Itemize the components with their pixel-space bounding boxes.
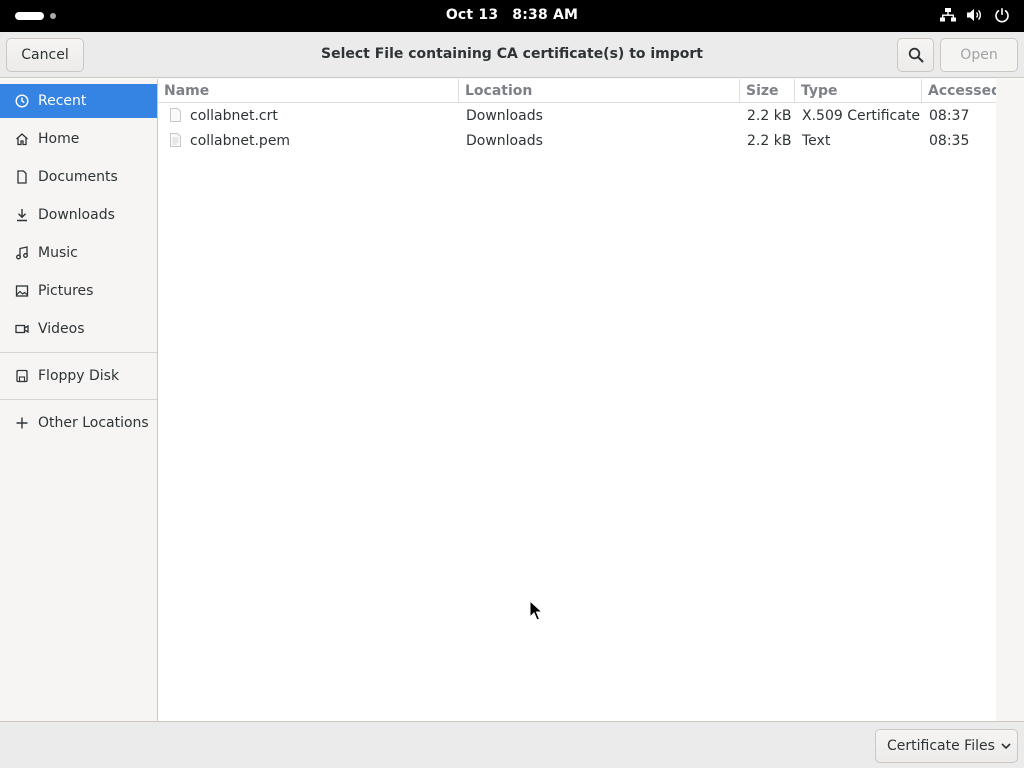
file-location: Downloads: [466, 108, 543, 124]
system-tray[interactable]: [940, 7, 1010, 23]
sidebar-item-label: Other Locations: [38, 415, 149, 431]
file-type: Text: [802, 133, 831, 149]
sidebar-item-label: Videos: [38, 321, 85, 337]
mouse-cursor-icon: [529, 600, 543, 621]
clock[interactable]: Oct 13 8:38 AM: [0, 7, 1024, 23]
file-accessed: 08:37: [929, 108, 970, 124]
sidebar-item-other-locations[interactable]: Other Locations: [0, 406, 157, 440]
open-button[interactable]: Open: [940, 38, 1018, 72]
column-header-name[interactable]: Name: [158, 79, 458, 103]
sidebar-item-label: Pictures: [38, 283, 94, 299]
video-icon: [14, 321, 30, 337]
power-icon: [995, 8, 1009, 23]
picture-icon: [14, 283, 30, 299]
floppy-icon: [14, 368, 30, 384]
column-header-type[interactable]: Type: [794, 79, 921, 103]
places-sidebar: Recent Home Documents Downloads Music Pi…: [0, 79, 158, 721]
dialog-title: Select File containing CA certificate(s)…: [320, 46, 703, 62]
volume-icon: [967, 9, 981, 21]
document-icon: [14, 169, 30, 185]
clock-icon: [14, 93, 30, 109]
music-icon: [14, 245, 30, 261]
sidebar-item-recent[interactable]: Recent: [0, 84, 157, 118]
home-icon: [14, 131, 30, 147]
network-icon: [940, 8, 956, 22]
sidebar-item-home[interactable]: Home: [0, 122, 157, 156]
search-icon: [908, 47, 923, 63]
sidebar-item-label: Recent: [38, 93, 87, 109]
sidebar-divider: [0, 352, 157, 353]
sidebar-item-floppy-disk[interactable]: Floppy Disk: [0, 359, 157, 393]
sidebar-item-pictures[interactable]: Pictures: [0, 274, 157, 308]
table-row[interactable]: collabnet.pem Downloads 2.2 kB Text 08:3…: [158, 129, 996, 154]
dialog-header-bar: Cancel Select File containing CA certifi…: [0, 32, 1024, 78]
dialog-bottom-bar: Certificate Files: [0, 721, 1024, 768]
sidebar-item-videos[interactable]: Videos: [0, 312, 157, 346]
sidebar-item-music[interactable]: Music: [0, 236, 157, 270]
file-filter-label: Certificate Files: [887, 738, 995, 754]
column-header-size[interactable]: Size: [739, 79, 794, 103]
search-button[interactable]: [897, 38, 934, 72]
sidebar-item-label: Documents: [38, 169, 118, 185]
file-type: X.509 Certificate: [802, 108, 920, 124]
column-header-accessed[interactable]: Accessed: [921, 79, 1001, 103]
clock-date: Oct 13: [445, 7, 499, 23]
sidebar-item-documents[interactable]: Documents: [0, 160, 157, 194]
sidebar-item-label: Music: [38, 245, 78, 261]
plus-icon: [14, 415, 30, 431]
text-file-icon: [170, 133, 181, 147]
file-list[interactable]: Name Location Size Type Accessed collabn…: [158, 79, 1001, 721]
sidebar-divider: [0, 399, 157, 400]
file-filter-dropdown[interactable]: Certificate Files: [875, 729, 1018, 763]
file-size: 2.2 kB: [747, 108, 792, 124]
scrollbar-gutter[interactable]: [996, 79, 1024, 721]
sidebar-item-label: Floppy Disk: [38, 368, 120, 384]
file-name: collabnet.pem: [190, 133, 291, 149]
sidebar-item-downloads[interactable]: Downloads: [0, 198, 157, 232]
file-size: 2.2 kB: [747, 133, 792, 149]
sidebar-item-label: Home: [38, 131, 80, 147]
file-accessed: 08:35: [929, 133, 970, 149]
clock-time: 8:38 AM: [512, 7, 579, 23]
file-icon: [170, 108, 181, 122]
sidebar-item-label: Downloads: [38, 207, 115, 223]
chevron-down-icon: [1001, 743, 1011, 750]
system-top-bar: Oct 13 8:38 AM: [0, 0, 1024, 32]
file-name: collabnet.crt: [190, 108, 278, 124]
column-header-location[interactable]: Location: [458, 79, 739, 103]
table-row[interactable]: collabnet.crt Downloads 2.2 kB X.509 Cer…: [158, 104, 996, 129]
file-location: Downloads: [466, 133, 543, 149]
download-icon: [14, 207, 30, 223]
